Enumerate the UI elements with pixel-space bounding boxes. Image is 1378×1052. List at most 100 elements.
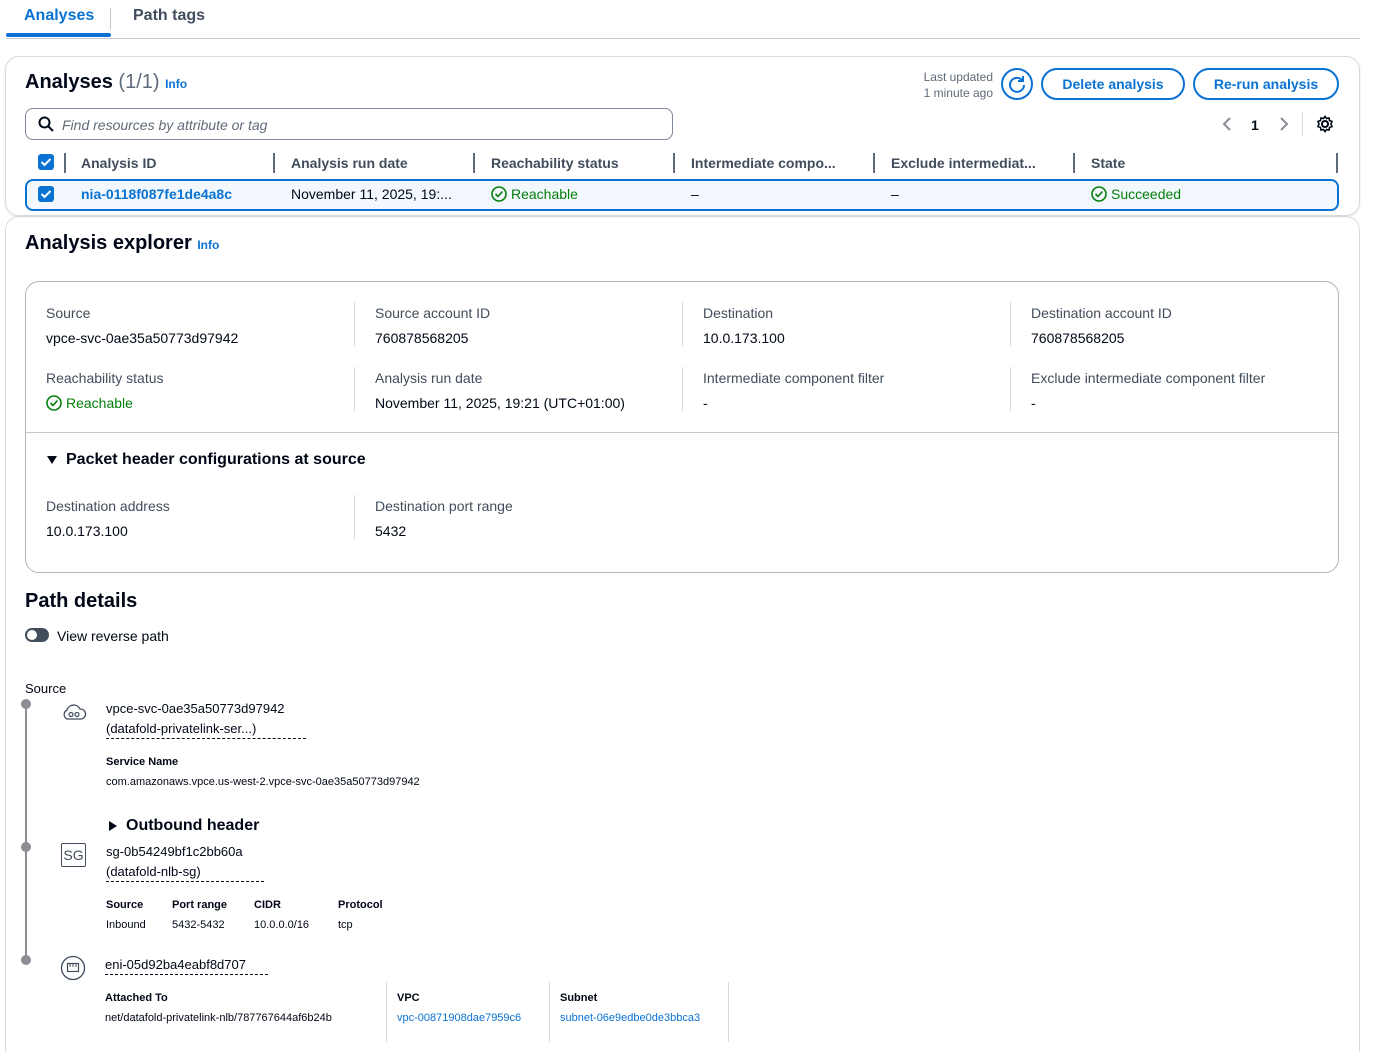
delete-analysis-button[interactable]: Delete analysis bbox=[1041, 68, 1185, 100]
rerun-analysis-label: Re-run analysis bbox=[1213, 76, 1319, 92]
column-header-exclude[interactable]: Exclude intermediat... bbox=[891, 155, 1036, 171]
divider bbox=[1010, 302, 1011, 346]
divider bbox=[549, 982, 550, 1042]
divider bbox=[728, 982, 729, 1042]
section-divider bbox=[26, 432, 1338, 433]
column-divider bbox=[873, 153, 875, 173]
intermediate-filter-label: Intermediate component filter bbox=[703, 370, 885, 386]
endpoint-id: vpce-svc-0ae35a50773d97942 bbox=[106, 701, 285, 716]
column-divider bbox=[1336, 153, 1338, 173]
eni-id-link[interactable]: eni-05d92ba4eabf8d707 bbox=[105, 957, 268, 975]
column-header-analysis-id[interactable]: Analysis ID bbox=[81, 155, 156, 171]
next-page-icon[interactable] bbox=[1278, 116, 1290, 132]
packet-header-expander[interactable]: Packet header configurations at source bbox=[46, 451, 366, 469]
analyses-title: Analyses bbox=[25, 71, 113, 93]
analyses-info-link[interactable]: Info bbox=[165, 77, 187, 91]
divider bbox=[1010, 367, 1011, 411]
security-group-icon: SG bbox=[61, 843, 86, 867]
divider bbox=[682, 302, 683, 346]
outbound-header-expander[interactable]: Outbound header bbox=[108, 817, 259, 835]
active-tab-indicator bbox=[6, 33, 111, 37]
column-divider bbox=[64, 153, 66, 173]
dest-port-label: Destination port range bbox=[375, 498, 513, 514]
outbound-header-title: Outbound header bbox=[126, 817, 260, 834]
subnet-label: Subnet bbox=[560, 992, 598, 1004]
vpc-link[interactable]: vpc-00871908dae7959c6 bbox=[397, 1012, 521, 1024]
sg-header-source: Source bbox=[106, 899, 144, 911]
reachability-label: Reachability status bbox=[46, 370, 164, 386]
refresh-button[interactable] bbox=[1001, 68, 1033, 100]
tab-path-tags[interactable]: Path tags bbox=[115, 0, 223, 36]
security-group-icon-text: SG bbox=[63, 847, 84, 863]
run-date-value: November 11, 2025, 19:21 (UTC+01:00) bbox=[375, 395, 625, 411]
network-interface-icon bbox=[60, 955, 86, 981]
tab-analyses[interactable]: Analyses bbox=[6, 0, 112, 36]
caret-right-icon bbox=[109, 821, 117, 831]
timeline-line bbox=[25, 700, 27, 962]
last-updated-label: Last updated bbox=[923, 70, 993, 84]
destination-value: 10.0.173.100 bbox=[703, 330, 785, 346]
vpc-label: VPC bbox=[397, 992, 420, 1004]
sg-header-cidr: CIDR bbox=[254, 899, 281, 911]
attached-to-label: Attached To bbox=[105, 992, 168, 1004]
prev-page-icon[interactable] bbox=[1221, 116, 1233, 132]
explorer-header: Analysis explorer Info bbox=[25, 232, 219, 255]
sg-header-port-range: Port range bbox=[172, 899, 228, 911]
column-header-run-date[interactable]: Analysis run date bbox=[291, 155, 408, 171]
divider bbox=[354, 302, 355, 346]
column-header-intermediate[interactable]: Intermediate compo... bbox=[691, 155, 836, 171]
refresh-icon bbox=[1009, 76, 1025, 93]
toggle-knob bbox=[27, 630, 37, 640]
reverse-path-toggle[interactable] bbox=[25, 628, 49, 642]
intermediate-value: – bbox=[691, 186, 699, 202]
source-value: vpce-svc-0ae35a50773d97942 bbox=[46, 330, 239, 346]
reachability-text: Reachable bbox=[511, 186, 578, 202]
sg-value-cidr: 10.0.0.0/16 bbox=[254, 919, 310, 931]
check-icon bbox=[40, 158, 52, 167]
divider bbox=[354, 495, 355, 539]
tab-path-tags-label: Path tags bbox=[133, 7, 206, 24]
explorer-info-link[interactable]: Info bbox=[197, 238, 219, 252]
select-all-checkbox[interactable] bbox=[38, 154, 54, 170]
run-date-label: Analysis run date bbox=[375, 370, 483, 386]
divider bbox=[354, 367, 355, 411]
security-group-id: sg-0b54249bf1c2bb60a bbox=[106, 844, 243, 859]
service-name-value: com.amazonaws.vpce.us-west-2.vpce-svc-0a… bbox=[106, 776, 420, 788]
divider bbox=[386, 982, 387, 1042]
sg-value-source: Inbound bbox=[106, 919, 146, 931]
destination-account-label: Destination account ID bbox=[1031, 305, 1172, 321]
column-header-reachability[interactable]: Reachability status bbox=[491, 155, 619, 171]
tab-analyses-label: Analyses bbox=[24, 7, 95, 24]
timeline-dot bbox=[21, 955, 31, 965]
last-updated: Last updated 1 minute ago bbox=[900, 69, 993, 101]
rerun-analysis-button[interactable]: Re-run analysis bbox=[1193, 68, 1339, 100]
state-text: Succeeded bbox=[1111, 186, 1182, 202]
gear-icon[interactable] bbox=[1316, 115, 1334, 133]
column-divider bbox=[273, 153, 275, 173]
explorer-title: Analysis explorer bbox=[25, 232, 192, 254]
state-status: Succeeded bbox=[1091, 186, 1181, 202]
search-input[interactable]: Find resources by attribute or tag bbox=[25, 108, 673, 140]
success-check-icon bbox=[1091, 186, 1107, 202]
service-name-label: Service Name bbox=[106, 756, 179, 768]
divider bbox=[682, 367, 683, 411]
exclude-value: – bbox=[891, 186, 899, 202]
current-page[interactable]: 1 bbox=[1251, 117, 1259, 133]
row-checkbox[interactable] bbox=[38, 186, 54, 202]
column-header-state[interactable]: State bbox=[1091, 155, 1125, 171]
endpoint-name-link[interactable]: (datafold-privatelink-ser...) bbox=[106, 721, 306, 739]
sg-header-protocol: Protocol bbox=[338, 899, 383, 911]
subnet-link[interactable]: subnet-06e9edbe0de3bbca3 bbox=[560, 1012, 700, 1024]
pagination-divider bbox=[1302, 112, 1303, 136]
analyses-header: Analyses (1/1) Info bbox=[25, 71, 187, 94]
dest-address-label: Destination address bbox=[46, 498, 170, 514]
analyses-count: (1/1) bbox=[118, 71, 160, 93]
exclude-filter-value: - bbox=[1031, 395, 1036, 411]
caret-down-icon bbox=[47, 456, 57, 464]
destination-label: Destination bbox=[703, 305, 774, 321]
packet-header-title: Packet header configurations at source bbox=[66, 451, 366, 468]
success-check-icon bbox=[46, 395, 62, 411]
analysis-id-link[interactable]: nia-0118f087fe1de4a8c bbox=[81, 186, 232, 202]
security-group-name-link[interactable]: (datafold-nlb-sg) bbox=[106, 864, 264, 882]
timeline-dot bbox=[21, 699, 31, 709]
